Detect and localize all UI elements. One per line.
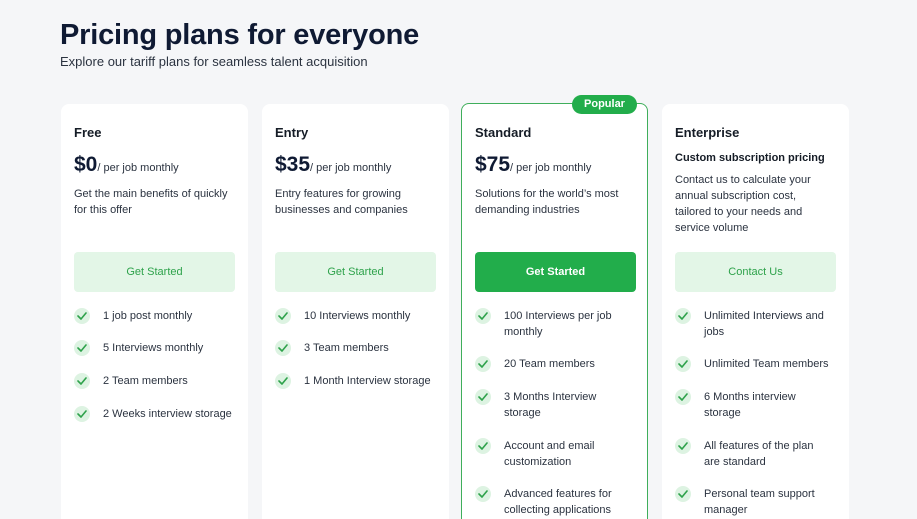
custom-pricing-title: Custom subscription pricing [675,152,825,164]
plan-card-standard: Popular Standard $75/ per job monthly So… [461,95,648,519]
plan-description: Get the main benefits of quickly for thi… [74,188,228,216]
check-icon [275,373,291,389]
check-icon [675,389,691,405]
check-icon [675,308,691,324]
feature-item: 10 Interviews monthly [275,308,443,324]
feature-item: Unlimited Interviews and jobs [675,308,835,340]
plan-card-entry: Entry $35/ per job monthly Entry feature… [262,104,449,519]
feature-label: 1 job post monthly [103,310,193,322]
plan-price: $0 [74,153,98,176]
get-started-button[interactable]: Get Started [74,252,235,292]
feature-item: 100 Interviews per job monthly [475,308,625,340]
feature-label: 3 Team members [304,342,389,354]
feature-label: 2 Weeks interview storage [103,408,232,420]
feature-item: 3 Months Interview storage [475,389,615,421]
feature-label: 3 Months Interview storage [504,391,597,419]
feature-item: 6 Months interview storage [675,389,815,421]
feature-item: Advanced features for collecting applica… [475,486,625,518]
feature-label: 1 Month Interview storage [304,375,431,387]
feature-item: 1 job post monthly [74,308,192,324]
plan-price-period: / per job monthly [97,162,179,174]
feature-item: 5 Interviews monthly [74,340,203,356]
plan-card-free: Free $0/ per job monthly Get the main be… [61,104,248,519]
feature-label: 5 Interviews monthly [103,342,204,354]
check-icon [475,438,491,454]
check-icon [74,373,90,389]
contact-us-button[interactable]: Contact Us [675,252,836,292]
check-icon [275,308,291,324]
check-icon [74,406,90,422]
plan-price-period: / per job monthly [310,162,392,174]
feature-item: 2 Weeks interview storage [74,406,242,422]
plan-description: Entry features for growing businesses an… [275,188,408,216]
get-started-button[interactable]: Get Started [275,252,436,292]
check-icon [475,308,491,324]
price-row: $35/ per job monthly [275,153,391,177]
plan-description: Contact us to calculate your annual subs… [675,174,811,234]
plan-price-period: / per job monthly [510,162,592,174]
feature-label: Personal team support manager [704,488,815,516]
check-icon [74,308,90,324]
feature-label: 2 Team members [103,375,188,387]
plan-price: $75 [475,153,511,176]
page-subtitle: Explore our tariff plans for seamless ta… [60,54,368,69]
check-icon [475,486,491,502]
plan-name: Entry [275,125,309,140]
feature-item: 20 Team members [475,356,635,372]
feature-item: 3 Team members [275,340,443,356]
plan-description: Solutions for the world’s most demanding… [475,188,619,216]
check-icon [74,340,90,356]
check-icon [475,389,491,405]
feature-item: 1 Month Interview storage [275,373,447,389]
plan-name: Free [74,125,102,140]
feature-item: All features of the plan are standard [675,438,825,470]
feature-label: 100 Interviews per job monthly [504,310,612,338]
plan-card-enterprise: Enterprise Custom subscription pricing C… [662,104,849,519]
feature-item: Account and email customization [475,438,615,470]
check-icon [275,340,291,356]
price-row: $0/ per job monthly [74,153,179,177]
check-icon [475,356,491,372]
feature-label: Account and email customization [504,440,595,468]
feature-label: All features of the plan are standard [704,440,814,468]
check-icon [675,486,691,502]
get-started-button[interactable]: Get Started [475,252,636,292]
check-icon [675,356,691,372]
feature-item: Unlimited Team members [675,356,843,372]
feature-label: Unlimited Team members [704,358,829,370]
feature-item: 2 Team members [74,373,188,389]
feature-label: Advanced features for collecting applica… [504,488,612,516]
feature-item: Personal team support manager [675,486,825,518]
page-title: Pricing plans for everyone [60,19,420,51]
plan-price: $35 [275,153,311,176]
price-row: $75/ per job monthly [475,153,591,177]
pricing-page: Pricing plans for everyone Explore our t… [0,0,917,519]
feature-label: 6 Months interview storage [704,391,796,419]
popular-badge: Popular [572,95,637,114]
check-icon [675,438,691,454]
plan-name: Standard [475,125,532,140]
feature-label: 20 Team members [504,358,595,370]
feature-label: 10 Interviews monthly [304,310,411,322]
feature-label: Unlimited Interviews and jobs [704,310,824,338]
plan-name: Enterprise [675,125,740,140]
